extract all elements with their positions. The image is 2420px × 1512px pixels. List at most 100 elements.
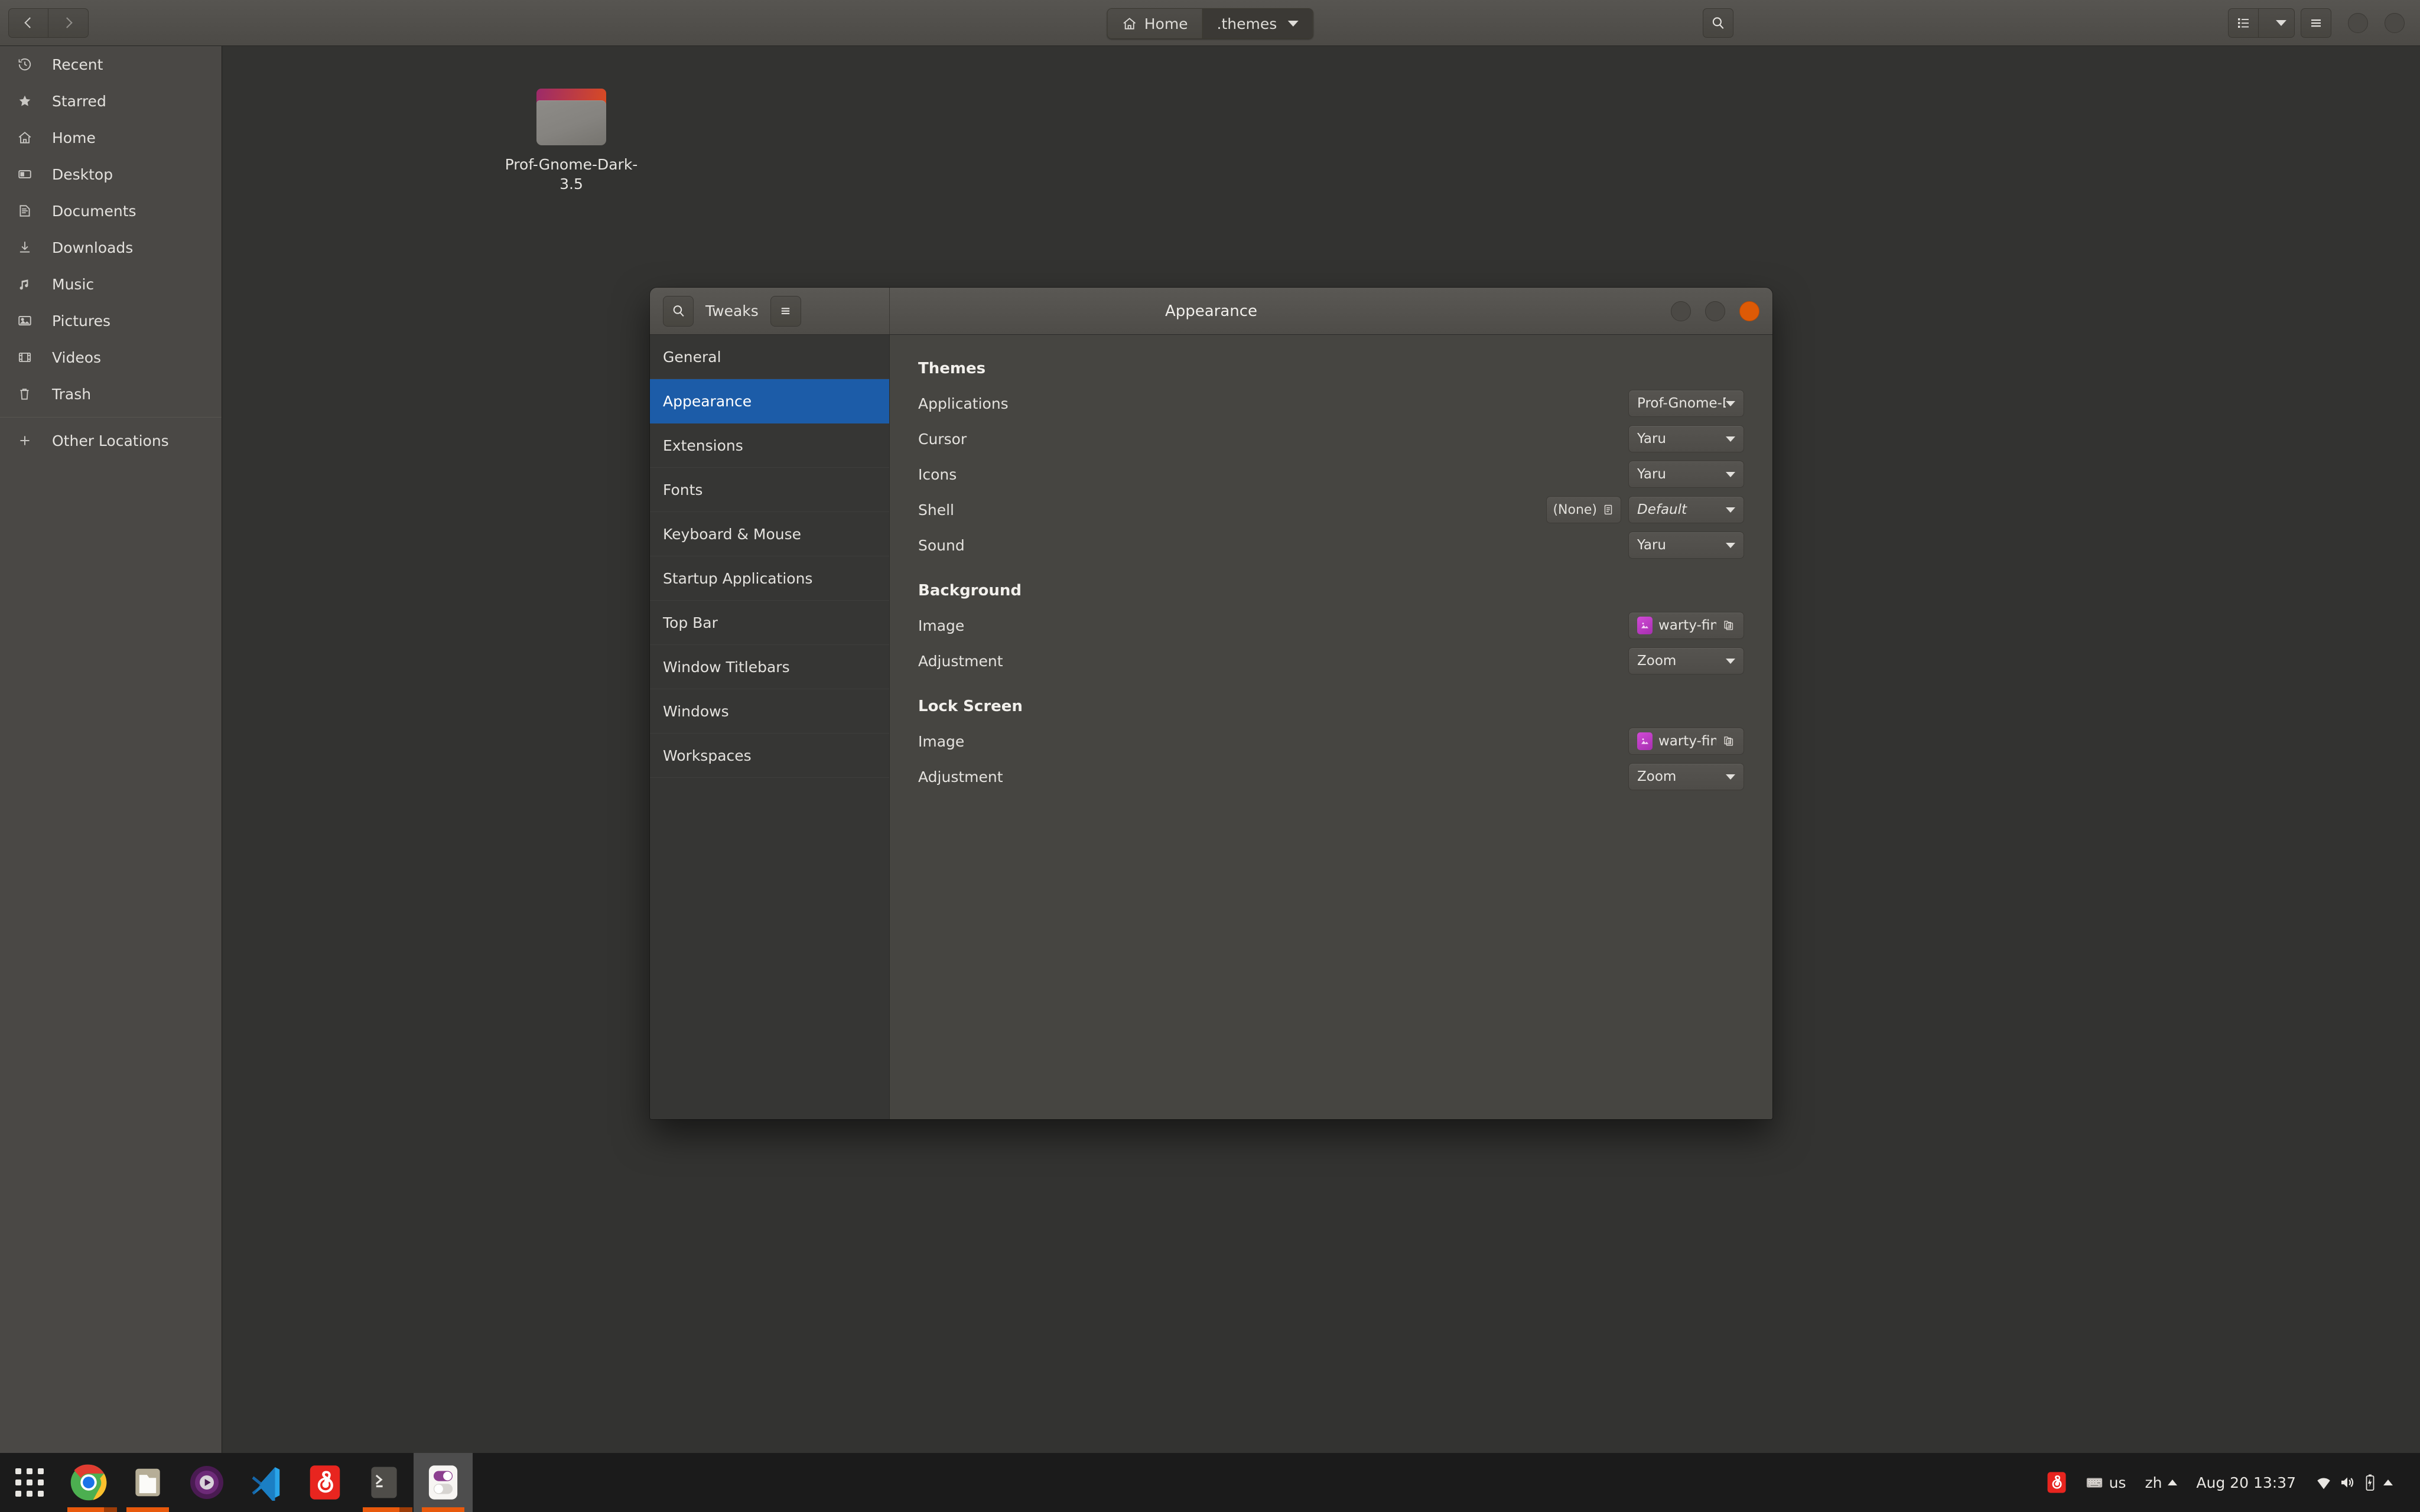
main-menu-button[interactable] — [2301, 8, 2331, 38]
setting-label: Image — [918, 617, 965, 634]
dock-item-chrome[interactable] — [59, 1453, 118, 1512]
dock-item-media-player[interactable] — [177, 1453, 236, 1512]
applications-theme-dropdown[interactable]: Prof-Gnome-Dark-3.5 — [1628, 390, 1744, 417]
tweaks-sidebar-item-extensions[interactable]: Extensions — [650, 423, 889, 468]
tray-input-source-us[interactable]: us — [2076, 1453, 2136, 1512]
file-chooser-icon — [1602, 503, 1615, 516]
tray-netease-indicator[interactable] — [2037, 1453, 2076, 1512]
tweaks-sidebar-item-window-titlebars[interactable]: Window Titlebars — [650, 645, 889, 689]
maximize-button[interactable] — [1705, 301, 1725, 321]
sidebar-item-starred[interactable]: Starred — [0, 83, 222, 119]
setting-row-applications: Applications Prof-Gnome-Dark-3.5 — [918, 386, 1744, 421]
back-button[interactable] — [8, 8, 48, 38]
lockscreen-adjustment-dropdown[interactable]: Zoom — [1628, 763, 1744, 790]
dock-item-tweaks[interactable] — [414, 1453, 473, 1512]
tray-status-area[interactable] — [2305, 1453, 2402, 1512]
lockscreen-image-picker[interactable]: warty-final-ubuntu.png — [1628, 728, 1744, 755]
tweaks-sidebar-item-appearance[interactable]: Appearance — [650, 379, 889, 423]
terminal-icon — [367, 1465, 401, 1500]
view-options-button[interactable] — [2265, 9, 2294, 37]
sidebar-item-trash[interactable]: Trash — [0, 376, 222, 412]
close-button[interactable] — [1739, 301, 1759, 321]
setting-label: Icons — [918, 465, 957, 483]
sidebar-label: Other Locations — [52, 432, 169, 449]
tweaks-sidebar-label: Extensions — [663, 436, 743, 454]
background-adjustment-dropdown[interactable]: Zoom — [1628, 647, 1744, 674]
sidebar-item-home[interactable]: Home — [0, 119, 222, 156]
breadcrumb-current-label: .themes — [1216, 15, 1277, 32]
show-applications-button[interactable] — [0, 1453, 59, 1512]
tray-input-source-zh[interactable]: zh — [2135, 1453, 2187, 1512]
wifi-icon — [2315, 1474, 2333, 1491]
dock-item-vscode[interactable] — [236, 1453, 295, 1512]
clock-history-icon — [13, 57, 37, 72]
file-item-folder[interactable]: Prof-Gnome-Dark-3.5 — [500, 89, 642, 194]
netease-music-icon — [308, 1464, 341, 1501]
dock-item-terminal[interactable] — [354, 1453, 414, 1512]
tweaks-sidebar-item-startup-applications[interactable]: Startup Applications — [650, 556, 889, 601]
tweaks-window: Tweaks Appearance General Appearance Ext… — [650, 288, 1772, 1119]
tweaks-sidebar-item-keyboard-mouse[interactable]: Keyboard & Mouse — [650, 512, 889, 556]
tweaks-sidebar-item-workspaces[interactable]: Workspaces — [650, 734, 889, 778]
tweaks-app-name: Tweaks — [705, 302, 759, 320]
music-note-icon — [13, 276, 37, 292]
tweaks-settings-panel: Themes Applications Prof-Gnome-Dark-3.5 … — [890, 335, 1772, 1119]
setting-row-background-adjustment: Adjustment Zoom — [918, 643, 1744, 679]
background-image-picker[interactable]: warty-final-ubuntu.png — [1628, 612, 1744, 639]
minimize-button[interactable] — [1671, 301, 1691, 321]
shell-theme-file-button[interactable]: (None) — [1546, 496, 1621, 523]
setting-row-sound: Sound Yaru — [918, 527, 1744, 563]
tweaks-sidebar-item-windows[interactable]: Windows — [650, 689, 889, 734]
tweaks-sidebar-label: Fonts — [663, 481, 703, 498]
minimize-button[interactable] — [2348, 13, 2368, 33]
cursor-theme-dropdown[interactable]: Yaru — [1628, 425, 1744, 452]
setting-label: Image — [918, 732, 965, 750]
sidebar-item-recent[interactable]: Recent — [0, 46, 222, 83]
sidebar-item-other-locations[interactable]: Other Locations — [0, 422, 222, 459]
search-button[interactable] — [1703, 8, 1733, 38]
chrome-icon — [69, 1463, 108, 1502]
tray-clock[interactable]: Aug 20 13:37 — [2187, 1453, 2305, 1512]
breadcrumb-item-current[interactable]: .themes — [1202, 9, 1313, 38]
forward-button[interactable] — [48, 8, 89, 38]
tweaks-sidebar-label: General — [663, 348, 721, 366]
tweaks-sidebar-item-fonts[interactable]: Fonts — [650, 468, 889, 512]
sidebar-label: Pictures — [52, 312, 110, 330]
sidebar-label: Recent — [52, 56, 103, 73]
navigation-buttons — [8, 8, 89, 38]
sidebar-item-downloads[interactable]: Downloads — [0, 229, 222, 266]
sidebar-item-pictures[interactable]: Pictures — [0, 302, 222, 339]
sidebar-item-documents[interactable]: Documents — [0, 193, 222, 229]
sidebar-item-music[interactable]: Music — [0, 266, 222, 302]
setting-row-icons: Icons Yaru — [918, 457, 1744, 492]
tweaks-sidebar-item-general[interactable]: General — [650, 335, 889, 379]
dock-item-files[interactable] — [118, 1453, 177, 1512]
tweaks-menu-button[interactable] — [770, 295, 801, 327]
view-mode-button[interactable] — [2228, 8, 2295, 38]
icons-theme-dropdown[interactable]: Yaru — [1628, 461, 1744, 488]
volume-icon — [2338, 1474, 2356, 1491]
folder-body — [536, 100, 606, 145]
tweaks-search-button[interactable] — [663, 295, 694, 327]
list-view-icon[interactable] — [2229, 9, 2259, 37]
sidebar-label: Starred — [52, 92, 106, 110]
dock-item-netease-music[interactable] — [295, 1453, 354, 1512]
shell-theme-dropdown[interactable]: Default — [1628, 496, 1744, 523]
sound-theme-dropdown[interactable]: Yaru — [1628, 532, 1744, 559]
tweaks-sidebar-item-top-bar[interactable]: Top Bar — [650, 601, 889, 645]
tweaks-sidebar-label: Window Titlebars — [663, 658, 790, 676]
file-manager-headerbar: Home .themes — [0, 0, 2420, 46]
section-title-themes: Themes — [918, 360, 986, 377]
tweaks-icon — [427, 1464, 459, 1501]
maximize-button[interactable] — [2385, 13, 2405, 33]
media-player-icon — [188, 1464, 226, 1501]
input-source-label: us — [2109, 1474, 2126, 1491]
document-icon — [13, 203, 37, 219]
sidebar-item-desktop[interactable]: Desktop — [0, 156, 222, 193]
breadcrumb-item-home[interactable]: Home — [1107, 9, 1202, 38]
desktop-icon — [13, 167, 37, 182]
battery-icon — [2362, 1473, 2377, 1492]
chevron-down-icon — [1726, 400, 1735, 406]
sidebar-item-videos[interactable]: Videos — [0, 339, 222, 376]
image-thumbnail-icon — [1637, 617, 1653, 634]
